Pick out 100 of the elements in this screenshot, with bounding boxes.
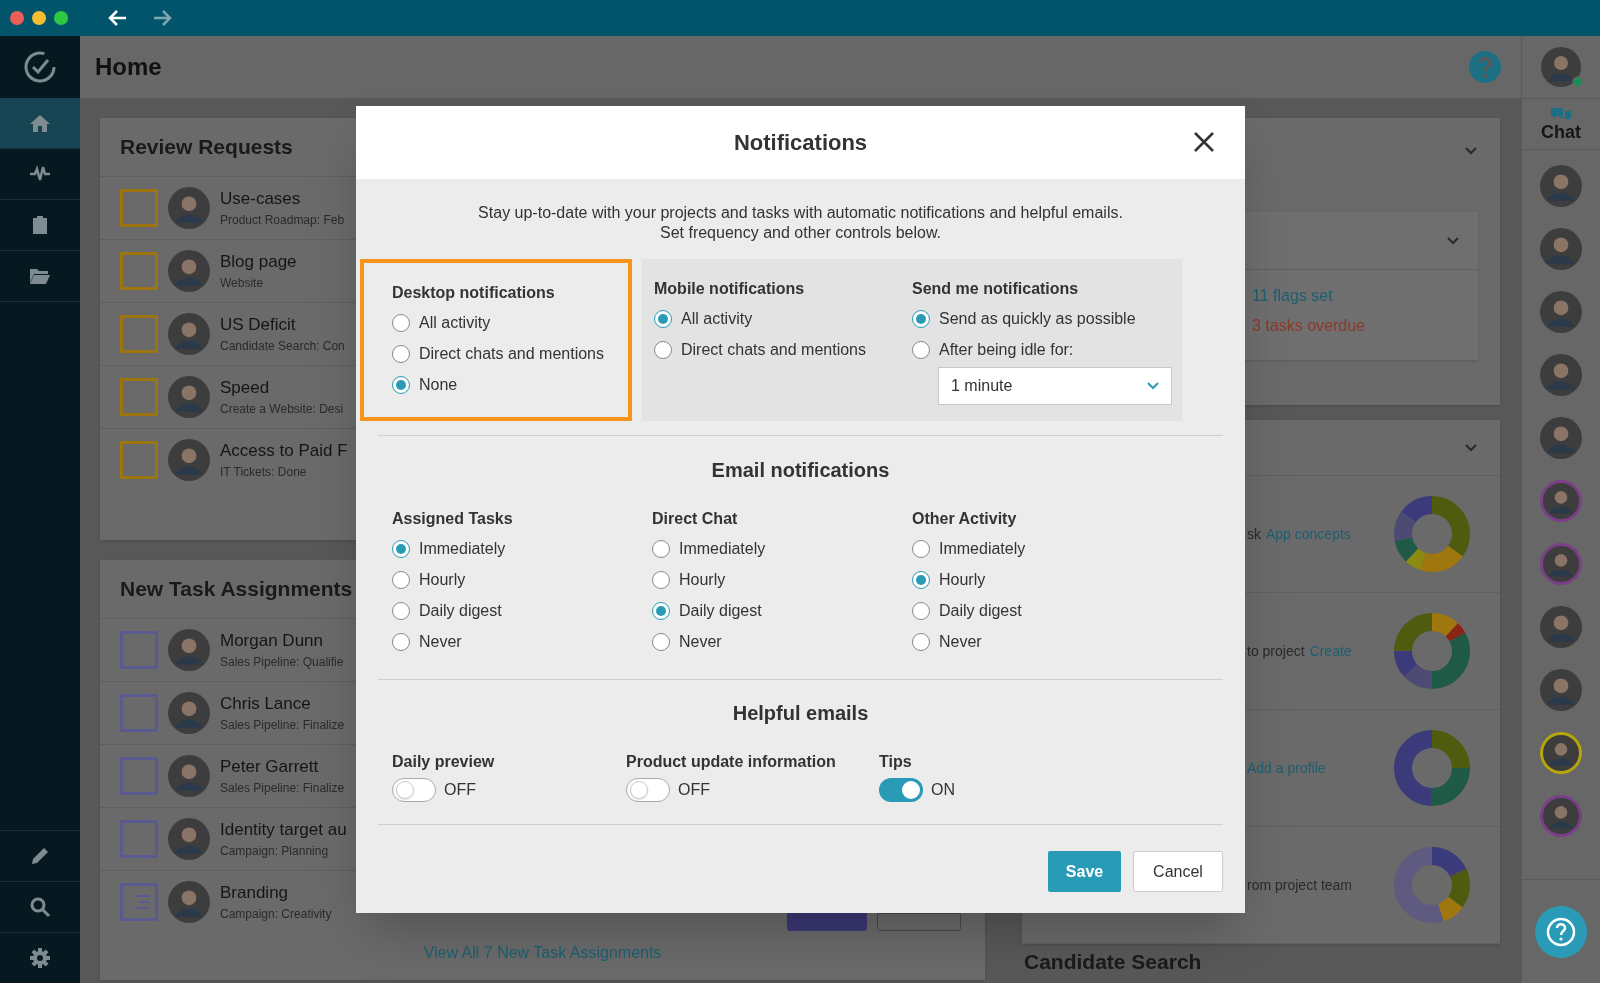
toggle-label: Product update information (626, 752, 837, 772)
card-title: Candidate Search (1024, 950, 1202, 973)
chevron-icon (1147, 382, 1159, 390)
toggle-state: OFF (444, 780, 476, 800)
radio-button[interactable] (392, 344, 410, 363)
task-title[interactable]: US Deficit (220, 313, 345, 337)
toggle-switch[interactable] (392, 778, 436, 802)
window-control-icon[interactable] (10, 11, 24, 25)
logo-icon[interactable] (23, 50, 57, 84)
radio-button[interactable] (654, 340, 672, 359)
radio-button[interactable] (912, 539, 930, 558)
radio-label: Never (679, 631, 722, 652)
radio-label: Immediately (679, 538, 766, 559)
avatar (168, 818, 210, 860)
task-title[interactable]: Speed (220, 376, 344, 400)
radio-button[interactable] (392, 539, 410, 558)
group-label: Desktop notifications (392, 283, 555, 303)
radio-label: Hourly (679, 569, 726, 590)
back-arrow-icon[interactable] (108, 9, 128, 27)
folder-icon (29, 266, 51, 286)
task-title[interactable]: Peter Garrett (220, 755, 345, 779)
radio-button[interactable] (912, 632, 930, 651)
avatar (168, 629, 210, 671)
chevron-icon[interactable] (1464, 146, 1478, 155)
radio-button[interactable] (912, 309, 930, 328)
radio-button[interactable] (392, 375, 410, 394)
task-subtitle: Website (220, 275, 265, 292)
intro-text: Stay up-to-date with your projects and tasks with automatic notifications and helpful emails. (478, 203, 1123, 223)
checkbox[interactable] (120, 820, 158, 858)
close-button[interactable] (1193, 131, 1215, 153)
avatar (168, 439, 210, 481)
radio-button[interactable] (652, 570, 670, 589)
sidebar-item[interactable] (0, 98, 80, 149)
task-title[interactable]: Access to Paid F (220, 439, 348, 463)
task-title[interactable]: Blog page (220, 250, 297, 274)
task-subtitle: Sales Pipeline: Finalize (220, 780, 345, 797)
avatar (168, 755, 210, 797)
checkbox[interactable] (120, 378, 158, 416)
radio-button[interactable] (912, 340, 930, 359)
avatar (168, 313, 210, 355)
radio-label: Direct chats and mentions (419, 343, 604, 364)
secondary-button[interactable] (877, 913, 961, 931)
radio-label: None (419, 374, 458, 395)
group-label: Mobile notifications (654, 279, 805, 299)
toggle-switch[interactable] (626, 778, 670, 802)
chevron-icon[interactable] (1446, 236, 1460, 245)
checkbox[interactable] (120, 189, 158, 227)
task-title[interactable]: Chris Lance (220, 692, 345, 716)
task-title[interactable]: Identity target au (220, 818, 347, 842)
task-subtitle: Candidate Search: Con (220, 338, 345, 355)
activity-text: sk (1247, 524, 1261, 544)
intro-text: Set frequency and other controls below. (659, 223, 942, 243)
radio-button[interactable] (652, 632, 670, 651)
radio-label: Never (419, 631, 462, 652)
task-title[interactable]: Morgan Dunn (220, 629, 344, 653)
radio-button[interactable] (912, 601, 930, 620)
radio-label: Daily digest (939, 600, 1022, 621)
chat-label[interactable]: Chat (1541, 122, 1581, 142)
group-label: Send me notifications (912, 279, 1079, 299)
radio-label: Never (939, 631, 982, 652)
activity-text: rom project team (1247, 875, 1353, 895)
pencil-icon (29, 845, 51, 867)
cancel-button[interactable]: Cancel (1133, 851, 1223, 892)
save-button[interactable]: Save (1048, 851, 1121, 892)
checkbox[interactable] (120, 252, 158, 290)
radio-label: All activity (419, 312, 491, 333)
window-control-icon[interactable] (54, 11, 68, 25)
radio-label: Send as quickly as possible (939, 308, 1136, 329)
checkbox[interactable] (120, 315, 158, 353)
toggle-switch[interactable] (879, 778, 923, 802)
task-title[interactable]: Use-cases (220, 187, 345, 211)
radio-button[interactable] (392, 632, 410, 651)
radio-button[interactable] (912, 570, 930, 589)
radio-button[interactable] (392, 570, 410, 589)
forward-arrow-icon[interactable] (152, 9, 172, 27)
checkbox[interactable] (120, 757, 158, 795)
radio-label: Hourly (419, 569, 466, 590)
radio-label: Immediately (939, 538, 1026, 559)
online-status-icon (1572, 76, 1584, 88)
card-title: New Task Assignments (120, 576, 353, 603)
radio-button[interactable] (392, 601, 410, 620)
window-control-icon[interactable] (32, 11, 46, 25)
document-checkbox[interactable] (120, 883, 158, 921)
task-subtitle: Create a Website: Desi (220, 401, 344, 418)
idle-time-select[interactable]: 1 minute (938, 367, 1172, 405)
task-title[interactable]: Branding (220, 881, 332, 905)
activity-text: to project (1247, 641, 1305, 661)
help-icon[interactable] (1535, 905, 1587, 958)
avatar (1541, 47, 1581, 87)
checkbox[interactable] (120, 441, 158, 479)
radio-button[interactable] (652, 601, 670, 620)
radio-button[interactable] (392, 313, 410, 332)
group-label: Assigned Tasks (392, 509, 513, 529)
radio-button[interactable] (654, 309, 672, 328)
checkbox[interactable] (120, 694, 158, 732)
home-icon (29, 113, 51, 133)
checkbox[interactable] (120, 631, 158, 669)
chevron-icon[interactable] (1464, 443, 1478, 452)
radio-button[interactable] (652, 539, 670, 558)
search-icon (29, 896, 51, 918)
